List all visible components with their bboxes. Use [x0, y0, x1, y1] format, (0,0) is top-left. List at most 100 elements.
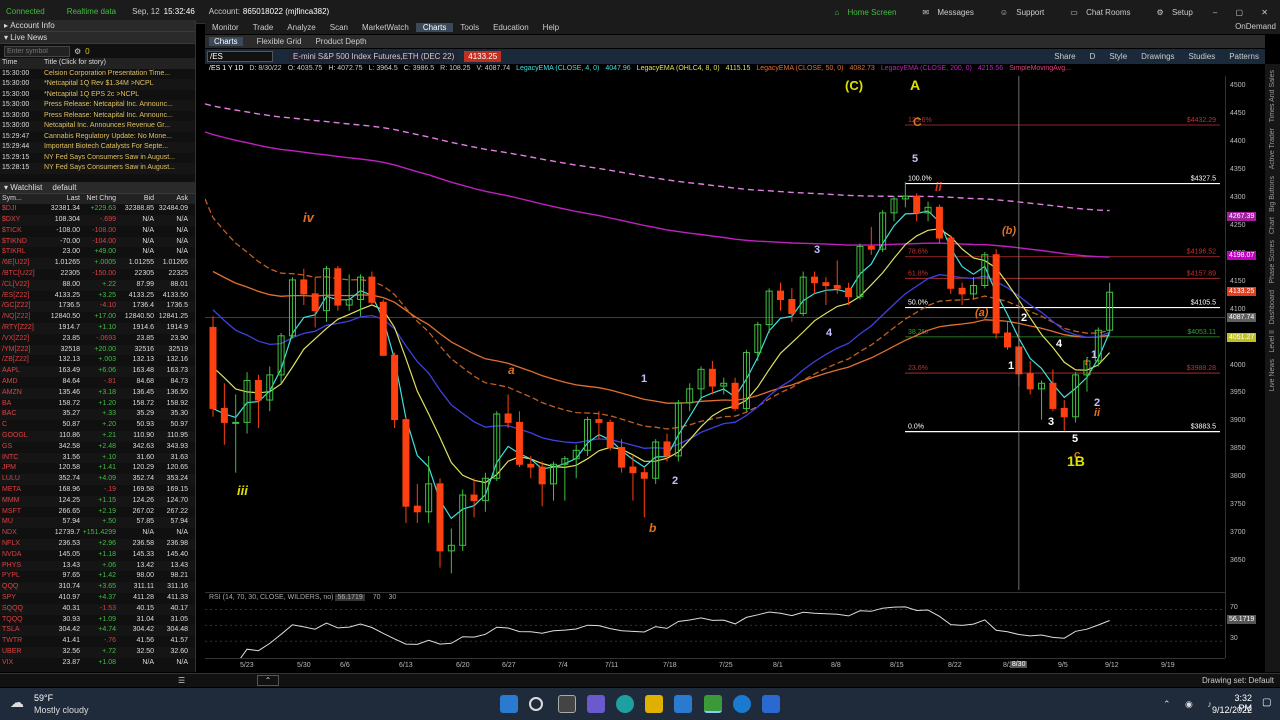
tab-monitor[interactable]: Monitor [205, 23, 246, 32]
date-axis[interactable]: 5/23 5/30 6/6 6/13 6/20 6/27 7/4 7/11 7/18 7/25 8/… [205, 658, 1225, 672]
drawings-button[interactable]: Drawings [1141, 52, 1174, 61]
weather-temp[interactable]: 59°F [34, 693, 53, 703]
news-symbol-input[interactable] [4, 45, 70, 57]
messages-link[interactable]: ✉ Messages [916, 8, 973, 17]
side-tab-active-trader[interactable]: Active Trader [1269, 128, 1276, 169]
watchlist-row[interactable]: /YM[Z22] 32518 +20.00 32516 32519 [0, 344, 195, 356]
drawing-set-label[interactable]: Drawing set: Default [1202, 676, 1274, 685]
watchlist-row[interactable]: JPM 120.58 +1.41 120.29 120.65 [0, 463, 195, 474]
news-row[interactable]: 15:28:15 NY Fed Says Consumers Saw in Aug… [0, 163, 195, 174]
news-row[interactable]: 15:29:47 Cannabis Regulatory Update: No M… [0, 132, 195, 143]
watchlist-row[interactable]: AMD 84.64 -.81 84.68 84.73 [0, 377, 195, 388]
edge-icon[interactable] [616, 695, 634, 713]
watchlist-row[interactable]: NFLX 236.53 +2.96 236.58 236.98 [0, 539, 195, 550]
tab-tools[interactable]: Tools [453, 23, 486, 32]
watchlist-row[interactable]: BAC 35.27 +.33 35.29 35.30 [0, 409, 195, 421]
home-screen-link[interactable]: ⌂ Home Screen [828, 8, 896, 17]
collapse-panel-icon[interactable]: ⌃ [257, 675, 279, 686]
tab-marketwatch[interactable]: MarketWatch [355, 23, 416, 32]
watchlist-row[interactable]: SPY 410.97 +4.37 411.28 411.33 [0, 593, 195, 604]
subtab-flexible-grid[interactable]: Flexible Grid [257, 37, 302, 46]
rsi-panel[interactable]: RSI (14, 70, 30, CLOSE, WILDERS, no) 56.… [205, 592, 1225, 666]
tab-scan[interactable]: Scan [323, 23, 355, 32]
watchlist-row[interactable]: /RTY[Z22] 1914.7 +1.10 1914.6 1914.9 [0, 323, 195, 334]
ondemand-button[interactable]: OnDemand [1235, 22, 1276, 31]
account-number[interactable]: 865018022 (mjfinca382) [243, 7, 329, 16]
weather-desc[interactable]: Mostly cloudy [34, 705, 89, 715]
start-icon[interactable] [500, 695, 518, 713]
period-button[interactable]: D [1090, 52, 1096, 61]
watchlist-row[interactable]: AAPL 163.49 +6.06 163.48 163.73 [0, 366, 195, 378]
tab-charts[interactable]: Charts [415, 22, 454, 32]
watchlist-row[interactable]: /6E[U22] 1.01265 +.0005 1.01255 1.01265 [0, 258, 195, 270]
share-button[interactable]: Share [1054, 52, 1075, 61]
watchlist-row[interactable]: MMM 124.25 +1.15 124.26 124.70 [0, 495, 195, 507]
setup-link[interactable]: ⚙ Setup [1151, 8, 1193, 17]
watchlist-row[interactable]: TQQQ 30.93 +1.09 31.04 31.05 [0, 615, 195, 626]
watchlist-row[interactable]: UBER 32.56 +.72 32.50 32.60 [0, 646, 195, 658]
watchlist-row[interactable]: PYPL 97.65 +1.42 98.00 98.21 [0, 571, 195, 582]
watchlist-row[interactable]: TWTR 41.41 -.76 41.56 41.57 [0, 636, 195, 647]
watchlist-row[interactable]: /CL[V22] 88.00 +.22 87.99 88.01 [0, 279, 195, 291]
side-tab-big-buttons[interactable]: Big Buttons [1269, 176, 1276, 212]
file-explorer-icon[interactable] [645, 695, 663, 713]
news-row[interactable]: 15:30:00 *Netcapital 1Q Rev $1.34M >NCPL [0, 79, 195, 90]
news-row[interactable]: 15:30:00 *Netcapital 1Q EPS 2c >NCPL [0, 90, 195, 101]
watchlist-row[interactable]: GS 342.58 +2.48 342.63 343.93 [0, 442, 195, 453]
watchlist-row[interactable]: /GC[Z22] 1736.5 -4.10 1736.4 1736.5 [0, 301, 195, 313]
side-tab-phase-scores[interactable]: Phase Scores [1269, 240, 1276, 284]
teams-icon[interactable] [587, 695, 605, 713]
watchlist-row[interactable]: LULU 352.74 +4.09 352.74 353.24 [0, 474, 195, 486]
news-row[interactable]: 15:29:44 Important Biotech Catalysts For … [0, 142, 195, 153]
gear-icon[interactable]: ⚙ [74, 47, 81, 56]
chat-rooms-link[interactable]: ▭ Chat Rooms [1064, 8, 1130, 17]
watchlist-row[interactable]: SQQQ 40.31 -1.53 40.15 40.17 [0, 603, 195, 615]
side-tab-chart[interactable]: Chart [1269, 217, 1276, 234]
news-row[interactable]: 15:30:00 Celsion Corporation Presentation… [0, 69, 195, 80]
watchlist-row[interactable]: AMZN 135.46 +3.18 136.45 136.50 [0, 387, 195, 399]
watchlist-row[interactable]: MSFT 266.65 +2.19 267.02 267.22 [0, 507, 195, 518]
store-icon[interactable] [674, 695, 692, 713]
zoom-icon[interactable] [762, 695, 780, 713]
watchlist-row[interactable]: /VX[Z22] 23.85 -.0693 23.85 23.90 [0, 334, 195, 345]
tab-help[interactable]: Help [536, 23, 566, 32]
news-row[interactable]: 15:30:00 Press Release: Netcapital Inc. A… [0, 111, 195, 122]
task-view-icon[interactable] [558, 695, 576, 713]
thinkorswim-icon[interactable] [704, 695, 722, 713]
symbol-input[interactable]: /ES [207, 51, 273, 62]
menu-icon[interactable]: ☰ [178, 676, 185, 685]
subtab-charts[interactable]: Charts [209, 37, 243, 46]
watchlist-row[interactable]: /NQ[Z22] 12840.50 +17.00 12840.50 12841.25 [0, 312, 195, 323]
window-controls[interactable]: ‒ ▢ ✕ [1213, 8, 1276, 17]
watchlist-row[interactable]: /ES[Z22] 4133.25 +3.25 4133.25 4133.50 [0, 291, 195, 302]
watchlist-row[interactable]: $DJI 32381.34 +229.63 32388.85 32484.09 [0, 204, 195, 215]
watchlist-row[interactable]: MU 57.94 +.50 57.85 57.94 [0, 517, 195, 529]
skype-icon[interactable] [733, 695, 751, 713]
notification-icon[interactable]: ▢ [1262, 697, 1271, 708]
watchlist-header[interactable]: ▾ Watchlist default [0, 181, 195, 194]
side-tab-times-and-sales[interactable]: Times And Sales [1269, 70, 1276, 122]
watchlist-row[interactable]: META 168.96 -.19 169.58 169.15 [0, 485, 195, 496]
studies-button[interactable]: Studies [1189, 52, 1216, 61]
tab-trade[interactable]: Trade [246, 23, 281, 32]
watchlist-row[interactable]: /ZB[Z22] 132.13 +.003 132.13 132.16 [0, 355, 195, 366]
watchlist-row[interactable]: BA 158.72 +1.20 158.72 158.92 [0, 399, 195, 410]
watchlist-row[interactable]: $DXY 108.304 -.699 N/A N/A [0, 215, 195, 226]
watchlist-row[interactable]: GOOGL 110.86 +.21 110.90 110.95 [0, 431, 195, 442]
live-news-header[interactable]: ▾ Live News [0, 32, 195, 44]
news-row[interactable]: 15:29:15 NY Fed Says Consumers Saw in Aug… [0, 153, 195, 164]
search-icon[interactable] [529, 697, 543, 711]
watchlist-row[interactable]: VIX 23.87 +1.08 N/A N/A [0, 658, 195, 669]
support-link[interactable]: ☺ Support [994, 8, 1044, 17]
watchlist-row[interactable]: $TIKRL 23.00 +49.00 N/A N/A [0, 247, 195, 258]
watchlist-row[interactable]: PHYS 13.43 +.06 13.42 13.43 [0, 560, 195, 572]
tab-analyze[interactable]: Analyze [280, 23, 322, 32]
watchlist-row[interactable]: TSLA 304.42 +4.74 304.42 304.48 [0, 625, 195, 637]
subtab-product-depth[interactable]: Product Depth [315, 37, 366, 46]
tab-education[interactable]: Education [486, 23, 536, 32]
price-chart[interactable]: 1 23.6% $4432.29 100.0% $4327.5 78.6% $4196.52… [204, 76, 1225, 590]
side-tab-dashboard[interactable]: Dashboard [1269, 290, 1276, 324]
watchlist-row[interactable]: NDX 12739.7 +151.4299 N/A N/A [0, 528, 195, 539]
news-row[interactable]: 15:30:00 Press Release: Netcapital Inc. A… [0, 100, 195, 111]
clock-date[interactable]: 9/12/2022 [1210, 705, 1252, 715]
